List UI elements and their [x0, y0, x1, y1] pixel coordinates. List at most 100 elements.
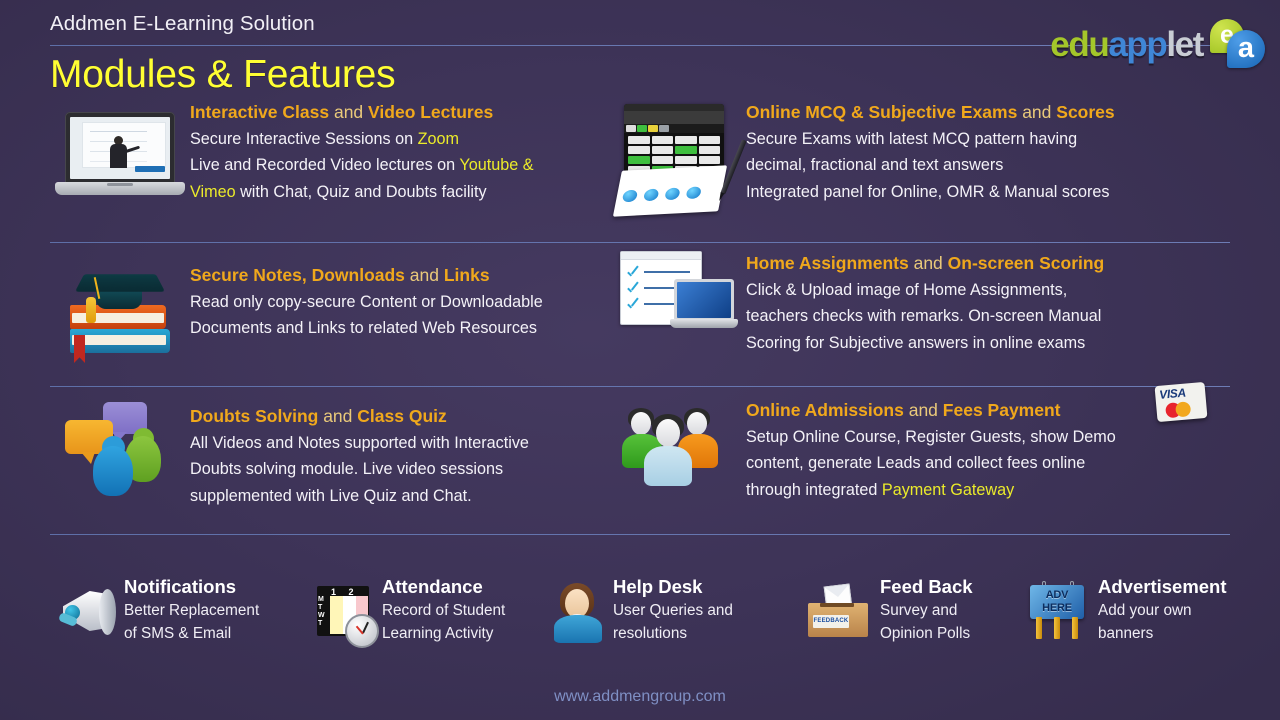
feature-body-line: Read only copy-secure Content or Downloa… — [190, 292, 543, 311]
bottom-item-advertisement[interactable]: ADV HERE Advertisement Add your own bann… — [1020, 575, 1260, 646]
feature-body-line: Secure Exams with latest MCQ pattern hav… — [746, 129, 1078, 148]
feature-title-part-a: Interactive Class — [190, 102, 330, 122]
feature-body-line: Vimeo with Chat, Quiz and Doubts facilit… — [190, 182, 487, 201]
chat-bubbles-people-icon — [50, 402, 190, 498]
feature-body: Secure Exams with latest MCQ pattern hav… — [746, 126, 1200, 205]
visa-label: VISA — [1158, 385, 1187, 402]
feature-title-part-b: On-screen Scoring — [947, 253, 1105, 273]
feedback-box-icon: FEEDBACK — [798, 575, 880, 641]
feature-title-part-a: Online Admissions — [746, 400, 904, 420]
feature-body-line: Live and Recorded Video lectures on Yout… — [190, 156, 534, 175]
bottom-item-attendance[interactable]: 1 2 3 MTWT Attendance Record of Student … — [310, 575, 545, 648]
feature-title-conj: and — [329, 102, 369, 122]
feature-card-interactive-class[interactable]: Interactive Class and Video Lectures Sec… — [0, 100, 600, 243]
feature-body-line: All Videos and Notes supported with Inte… — [190, 433, 529, 452]
bottom-item-line2: Opinion Polls — [880, 625, 971, 643]
feature-text: Online Admissions and Fees Payment VISA … — [746, 381, 1208, 503]
logo-text-app: app — [1108, 24, 1167, 64]
header: Addmen E-Learning Solution Modules & Fea… — [0, 0, 1280, 98]
bottom-item-line1: User Queries and — [613, 602, 733, 620]
feature-title-conj: and — [908, 253, 948, 273]
feature-title: Home Assignments and On-screen Scoring — [746, 253, 1200, 275]
footer-url[interactable]: www.addmengroup.com — [0, 688, 1280, 706]
feature-body-line: Setup Online Course, Register Guests, sh… — [746, 427, 1116, 446]
features-grid: Interactive Class and Video Lectures Sec… — [0, 100, 1280, 536]
bottom-item-help-desk[interactable]: Help Desk User Queries and resolutions — [545, 575, 798, 646]
feature-body: Secure Interactive Sessions on Zoom Live… — [190, 126, 600, 205]
bottom-item-text: Advertisement Add your own banners — [1098, 575, 1227, 646]
feature-body-line: teachers checks with remarks. On-screen … — [746, 307, 1102, 326]
feature-body-line: Scoring for Subjective answers in online… — [746, 333, 1086, 352]
feature-body-line: Click & Upload image of Home Assignments… — [746, 280, 1068, 299]
feature-text: Secure Notes, Downloads and Links Read o… — [190, 259, 600, 342]
logo-text-let: let — [1166, 24, 1204, 64]
feature-title: Interactive Class and Video Lectures — [190, 102, 600, 124]
feature-body: Click & Upload image of Home Assignments… — [746, 277, 1200, 356]
calendar-clock-icon: 1 2 3 MTWT — [310, 575, 382, 648]
bottom-item-text: Feed Back Survey and Opinion Polls — [880, 575, 973, 646]
support-person-icon — [545, 575, 613, 643]
feature-title-part-a: Online MCQ & Subjective Exams — [746, 102, 1018, 122]
bottom-item-text: Help Desk User Queries and resolutions — [613, 575, 733, 646]
mastercard-yellow-circle — [1175, 401, 1192, 418]
feature-title-part-b: Video Lectures — [368, 102, 494, 122]
feature-body-line: supplemented with Live Quiz and Chat. — [190, 486, 472, 505]
feature-title-conj: and — [903, 400, 943, 420]
bottom-item-line1: Better Replacement — [124, 602, 260, 620]
bottom-item-heading: Attendance — [382, 576, 483, 597]
feature-body: All Videos and Notes supported with Inte… — [190, 430, 600, 509]
feature-card-doubts-solving[interactable]: Doubts Solving and Class Quiz All Videos… — [0, 386, 600, 536]
feature-title: Online MCQ & Subjective Exams and Scores — [746, 102, 1200, 124]
feature-title-part-b: Class Quiz — [357, 406, 447, 426]
feature-title-part-a: Secure Notes, Downloads — [190, 265, 405, 285]
bottom-item-line2: banners — [1098, 625, 1154, 643]
bottom-item-feed-back[interactable]: FEEDBACK Feed Back Survey and Opinion Po… — [798, 575, 1020, 646]
billboard-line-1: ADV — [1045, 589, 1069, 601]
feature-body-line: through integrated Payment Gateway — [746, 480, 1015, 499]
bottom-item-line1: Add your own — [1098, 602, 1192, 620]
feature-card-secure-notes[interactable]: Secure Notes, Downloads and Links Read o… — [0, 243, 600, 386]
three-people-payment-card-icon — [610, 398, 746, 490]
megaphone-icon — [56, 575, 124, 641]
bottom-item-line1: Record of Student — [382, 602, 506, 620]
bottom-item-line2: resolutions — [613, 625, 687, 643]
row-divider — [50, 534, 1230, 535]
bottom-item-heading: Help Desk — [613, 576, 703, 597]
logo-text-edu: edu — [1050, 24, 1109, 64]
payment-card-icon: VISA — [1154, 381, 1208, 423]
brand-line: Addmen E-Learning Solution — [50, 12, 315, 35]
feature-title-conj: and — [318, 406, 358, 426]
logo-wordmark: edu app let — [1050, 24, 1204, 64]
feature-body-line: Doubts solving module. Live video sessio… — [190, 460, 504, 479]
feature-card-home-assignments[interactable]: Home Assignments and On-screen Scoring C… — [600, 243, 1200, 386]
feature-title: Online Admissions and Fees Payment VISA — [746, 381, 1208, 423]
feature-text: Doubts Solving and Class Quiz All Videos… — [190, 402, 600, 509]
feature-card-online-mcq[interactable]: Online MCQ & Subjective Exams and Scores… — [600, 100, 1200, 243]
logo-bubble-a: a — [1227, 30, 1265, 68]
feature-body-line: Integrated panel for Online, OMR & Manua… — [746, 182, 1110, 201]
feature-title-part-b: Fees Payment — [942, 400, 1061, 420]
feature-title-part-b: Links — [443, 265, 490, 285]
feature-card-online-admissions[interactable]: Online Admissions and Fees Payment VISA … — [600, 381, 1208, 536]
feature-body-line: content, generate Leads and collect fees… — [746, 454, 1086, 473]
bottom-item-heading: Advertisement — [1098, 576, 1227, 597]
feature-title-conj: and — [1017, 102, 1057, 122]
feature-body-line: Documents and Links to related Web Resou… — [190, 319, 538, 338]
feature-title-part-b: Scores — [1056, 102, 1115, 122]
feature-text: Home Assignments and On-screen Scoring C… — [746, 251, 1200, 356]
feature-title-part-a: Home Assignments — [746, 253, 909, 273]
feature-row-1: Interactive Class and Video Lectures Sec… — [0, 100, 1280, 243]
feature-body: Read only copy-secure Content or Downloa… — [190, 289, 600, 342]
feature-title-part-a: Doubts Solving — [190, 406, 319, 426]
bottom-item-heading: Feed Back — [880, 576, 973, 597]
advertisement-billboard-icon: ADV HERE — [1020, 575, 1098, 643]
bottom-item-text: Notifications Better Replacement of SMS … — [124, 575, 259, 646]
feature-text: Online MCQ & Subjective Exams and Scores… — [746, 100, 1200, 205]
feature-title: Doubts Solving and Class Quiz — [190, 406, 600, 428]
feature-row-2: Secure Notes, Downloads and Links Read o… — [0, 243, 1280, 387]
bottom-item-notifications[interactable]: Notifications Better Replacement of SMS … — [56, 575, 310, 646]
laptop-video-lecture-icon — [50, 100, 190, 204]
calendar-days: MTWT — [318, 596, 325, 627]
feature-body-line: Secure Interactive Sessions on Zoom — [190, 129, 460, 148]
ea-logo-icon: e a — [1210, 19, 1266, 69]
